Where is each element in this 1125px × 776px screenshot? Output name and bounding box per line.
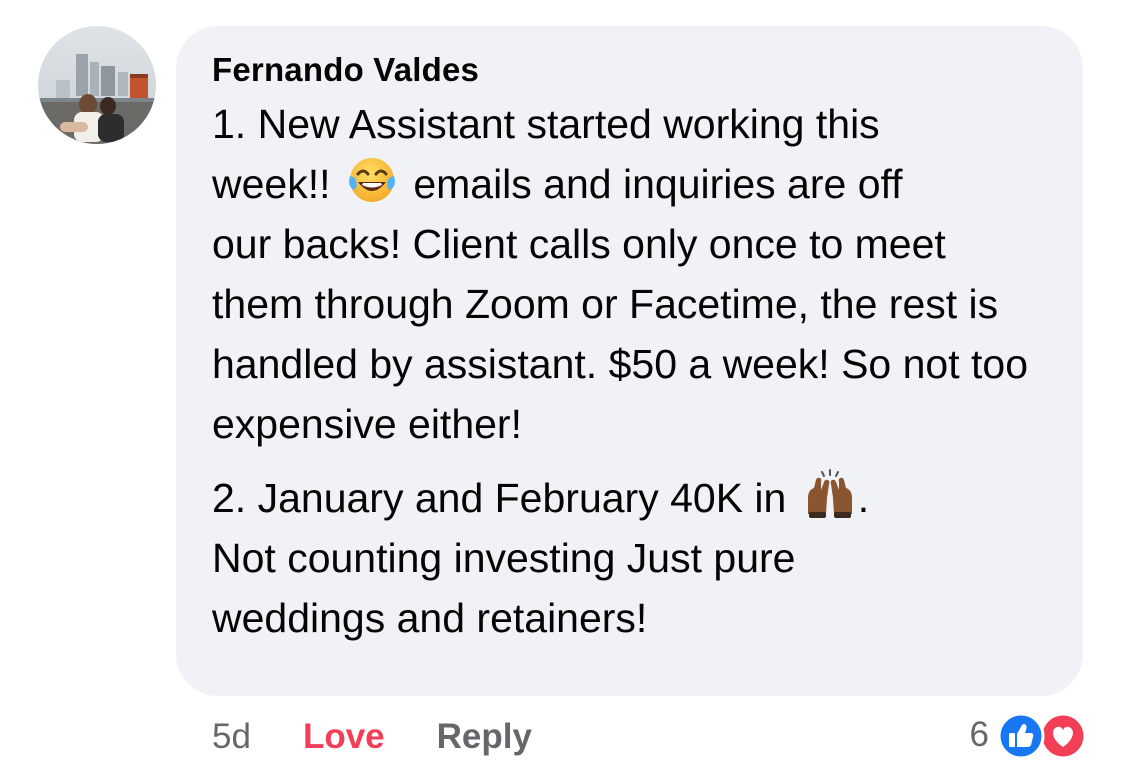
comment-text-line-2-start: week!! [212,161,331,207]
avatar[interactable] [38,26,156,144]
comment-actions: 5d Love Reply [212,712,532,762]
comment-bubble: Fernando Valdes 1. New Assistant started… [176,26,1083,696]
author-name[interactable]: Fernando Valdes [212,50,479,90]
comment-text-paragraph-2-start: 2. January and February 40K in [212,475,787,521]
comment-text-paragraph-1-rest: our backs! Client calls only once to mee… [212,221,1028,447]
reaction-summary[interactable]: 6 [970,710,1089,760]
tears-of-joy-emoji-icon [349,158,395,202]
timestamp[interactable]: 5d [212,717,251,757]
comment-paragraph-2: 2. January and February 40K in . Not cou… [212,468,1043,648]
love-icon [1039,712,1087,760]
reaction-count: 6 [969,715,989,754]
love-button[interactable]: Love [303,717,385,757]
comment-text-line-1: 1. New Assistant started working this [212,101,880,147]
reply-button[interactable]: Reply [437,717,532,757]
raising-hands-emoji-icon [807,469,852,518]
like-icon [997,712,1045,760]
comment-text-paragraph-2-end: . [857,475,870,521]
comment-paragraph-1: 1. New Assistant started working this we… [212,94,1043,454]
comment-text-line-2-end: emails and inquiries are off [413,161,903,207]
comment-text-paragraph-2-rest: Not counting investing Just pure wedding… [212,535,796,641]
reaction-icons [997,710,1089,760]
